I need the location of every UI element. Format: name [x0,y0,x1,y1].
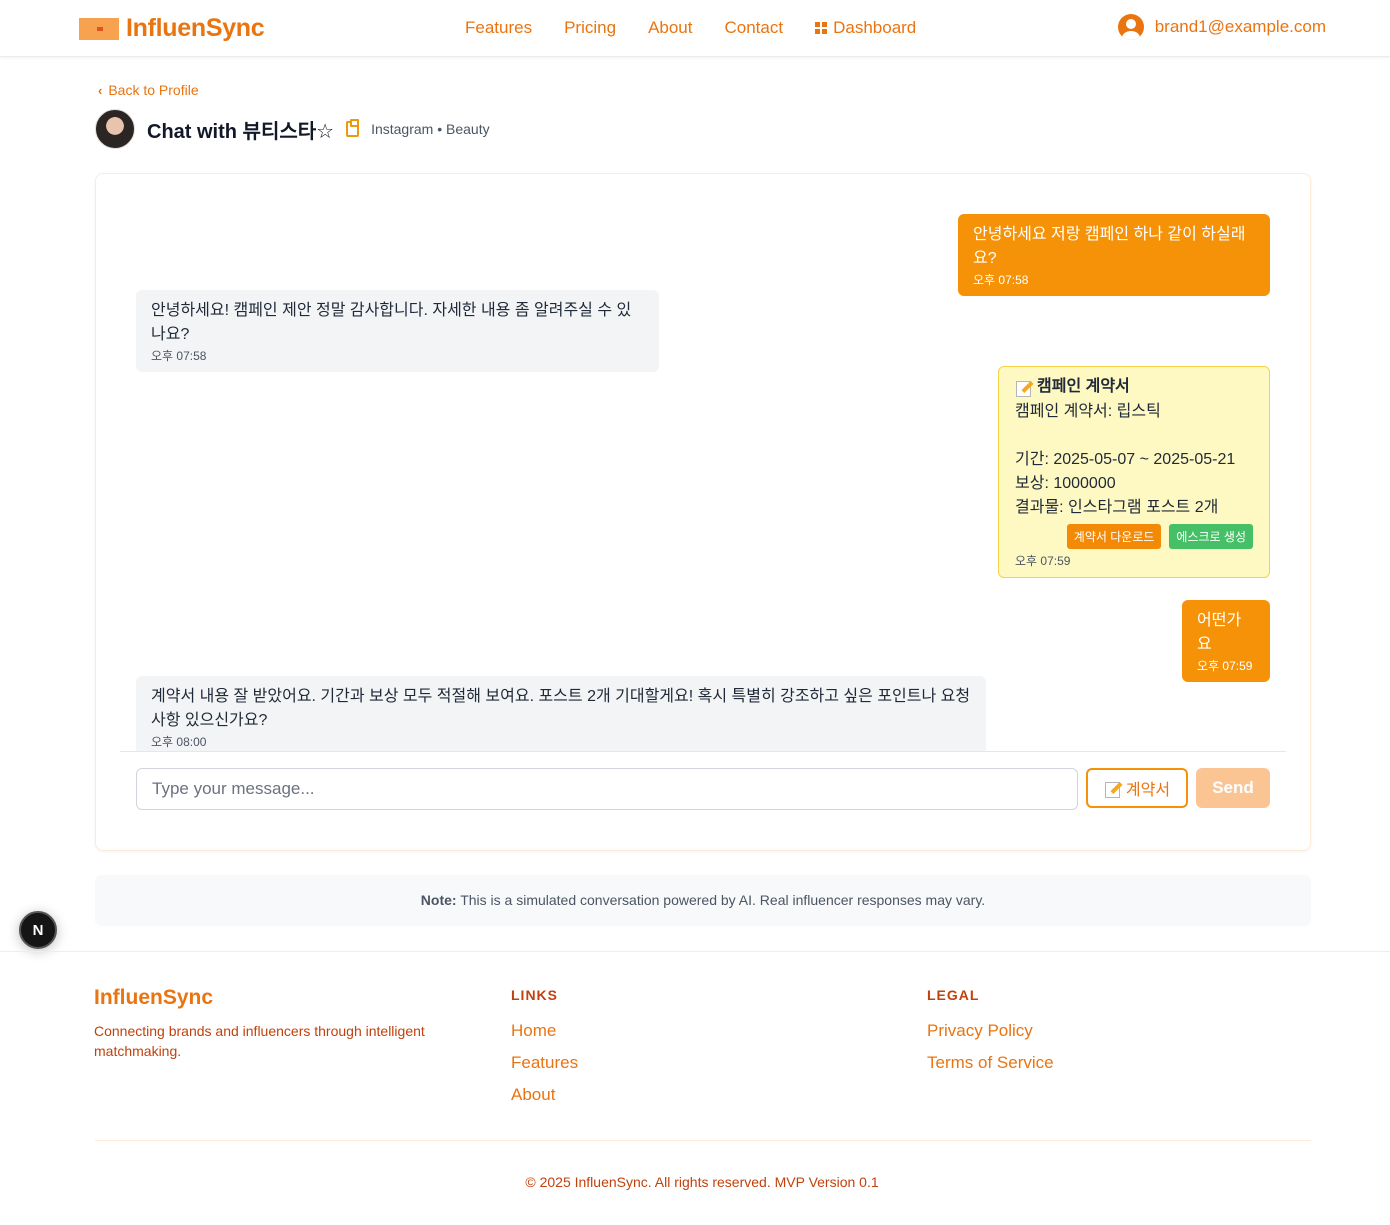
footer-link-terms[interactable]: Terms of Service [927,1053,1054,1073]
user-circle-icon [1117,14,1144,40]
footer-divider [95,1140,1311,1141]
message-received: 계약서 내용 잘 받았어요. 기간과 보상 모두 적절해 보여요. 포스트 2개… [136,676,986,751]
nav-contact[interactable]: Contact [725,18,784,38]
nav-about[interactable]: About [648,18,692,38]
message-text: 안녕하세요! 캠페인 제안 정말 감사합니다. 자세한 내용 좀 알려주실 수 … [151,302,632,343]
clipboard-icon[interactable] [346,119,360,137]
create-contract-button[interactable]: 계약서 [1086,768,1188,808]
logo-text: InfluenSync [126,14,265,42]
chevron-left-icon: ‹ [98,82,103,98]
send-button[interactable]: Send [1196,768,1270,808]
footer-link-features[interactable]: Features [511,1053,578,1073]
message-text: 어떤가요 [1197,612,1242,653]
create-contract-label: 계약서 [1125,782,1171,799]
memo-icon [1104,779,1122,798]
message-composer: 계약서 Send [136,768,1272,812]
nav-dashboard[interactable]: Dashboard [815,18,916,38]
back-to-profile-link[interactable]: ‹ Back to Profile [98,82,199,98]
back-to-profile-label: Back to Profile [108,82,199,98]
user-menu[interactable]: brand1@example.com [1117,14,1326,40]
ai-disclaimer-note: Note: This is a simulated conversation p… [95,875,1311,926]
nav-features[interactable]: Features [465,18,532,38]
footer-link-about[interactable]: About [511,1085,578,1105]
dashboard-grid-icon [815,22,828,34]
footer-links-column: LINKS Home Features About [511,987,578,1117]
logo-link[interactable]: InfluenSync [79,14,265,43]
message-time: 오후 07:58 [151,349,207,363]
message-time: 오후 07:59 [1197,659,1253,673]
memo-icon [1015,378,1033,397]
footer-copyright: © 2025 InfluenSync. All rights reserved.… [525,1174,879,1190]
contract-title: 캠페인 계약서 [1015,376,1253,398]
footer-legal-heading: LEGAL [927,987,980,1003]
footer-description: Connecting brands and influencers throug… [94,1023,425,1059]
page-title: Chat with 뷰티스타☆ [147,120,335,143]
contract-message: 캠페인 계약서 캠페인 계약서: 립스틱 기간: 2025-05-07 ~ 20… [998,366,1270,578]
contract-title-text: 캠페인 계약서 [1037,378,1130,395]
footer: InfluenSync Connecting brands and influe… [0,951,1390,1225]
create-escrow-button[interactable]: 에스크로 생성 [1169,524,1253,549]
logo-icon [79,17,119,40]
message-text: 안녕하세요 저랑 캠페인 하나 같이 하실래요? [973,226,1246,267]
message-sent: 어떤가요 오후 07:59 [1182,600,1270,682]
nav-dashboard-label: Dashboard [833,18,917,37]
footer-legal-column: LEGAL Privacy Policy Terms of Service [927,987,1054,1085]
chat-panel: 안녕하세요 저랑 캠페인 하나 같이 하실래요? 오후 07:58 안녕하세요!… [95,173,1311,851]
footer-links-heading: LINKS [511,987,558,1003]
note-text: This is a simulated conversation powered… [460,892,986,908]
note-label: Note: [420,892,457,908]
download-contract-button[interactable]: 계약서 다운로드 [1066,524,1162,549]
message-time: 오후 07:58 [973,273,1029,287]
contract-body: 캠페인 계약서: 립스틱 기간: 2025-05-07 ~ 2025-05-21… [1015,403,1236,516]
top-navbar: InfluenSync Features Pricing About Conta… [0,0,1390,57]
chat-header: Chat with 뷰티스타☆ Instagram • Beauty [95,109,490,149]
message-sent: 안녕하세요 저랑 캠페인 하나 같이 하실래요? 오후 07:58 [958,214,1270,296]
main-nav: Features Pricing About Contact Dashboard [465,18,916,38]
user-email: brand1@example.com [1154,17,1326,36]
influencer-avatar [95,109,135,149]
nav-pricing[interactable]: Pricing [564,18,616,38]
message-time: 오후 07:59 [1015,554,1071,568]
message-input[interactable] [136,768,1078,810]
message-list[interactable]: 안녕하세요 저랑 캠페인 하나 같이 하실래요? 오후 07:58 안녕하세요!… [120,198,1286,752]
message-time: 오후 08:00 [151,735,207,749]
dev-tools-badge[interactable]: N [19,911,57,949]
contract-actions: 계약서 다운로드 에스크로 생성 [1015,524,1253,549]
message-text: 계약서 내용 잘 받았어요. 기간과 보상 모두 적절해 보여요. 포스트 2개… [151,688,971,729]
footer-link-privacy[interactable]: Privacy Policy [927,1021,1054,1041]
influencer-meta: Instagram • Beauty [371,121,490,137]
message-received: 안녕하세요! 캠페인 제안 정말 감사합니다. 자세한 내용 좀 알려주실 수 … [136,290,659,372]
footer-brand: InfluenSync [94,986,214,1009]
footer-link-home[interactable]: Home [511,1021,578,1041]
